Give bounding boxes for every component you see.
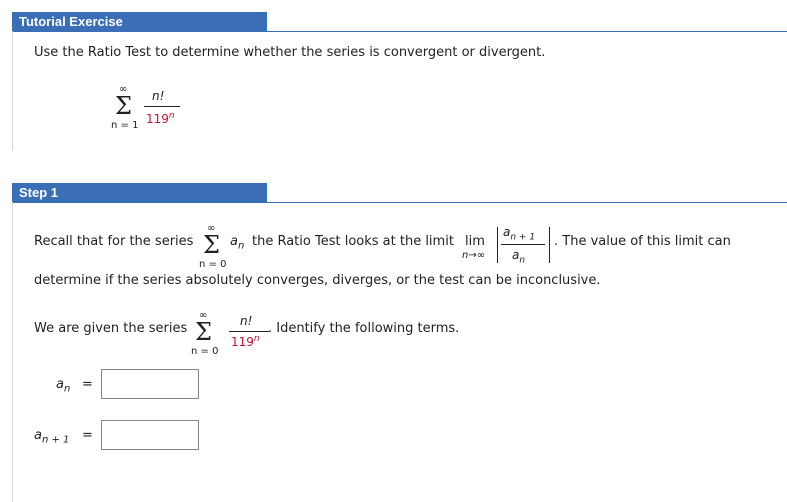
step-1-header: Step 1 [12,183,267,202]
fraction-bar [144,106,180,107]
limit-subscript: n→∞ [462,250,486,261]
sigma-symbol: Σ [195,318,212,346]
fraction-numerator: n! [152,89,165,103]
abs-bar-right [549,227,550,263]
problem-instruction: Use the Ratio Test to determine whether … [34,45,546,60]
ratio-numerator: an + 1 [503,225,536,243]
ratio-bar [501,244,545,245]
an1-answer-input[interactable] [101,420,199,450]
an1-label: an + 1 [34,428,70,446]
an1-equals: = [82,428,93,443]
limit-label: lim [465,234,485,249]
ratio-denominator: an [512,248,526,266]
step-left-border [12,202,13,502]
given-denominator: 119n [231,334,260,349]
recall-line-2: determine if the series absolutely conve… [34,273,601,288]
series-lower-limit: n = 0 [199,259,227,270]
sum-lower-limit: n = 1 [111,120,139,131]
given-suffix: . Identify the following terms. [268,321,460,336]
an-answer-input[interactable] [101,369,199,399]
sigma-symbol: Σ [115,92,132,120]
tutorial-exercise-header: Tutorial Exercise [12,12,267,31]
problem-left-border [12,31,13,151]
step-divider [12,202,787,203]
given-fraction-bar [229,331,269,332]
sigma-symbol: Σ [203,231,220,259]
given-lower-limit: n = 0 [191,346,219,357]
given-numerator: n! [240,314,253,328]
fraction-denominator: 119n [146,111,175,126]
an-label: an [56,377,71,395]
recall-suffix: . The value of this limit can [554,234,731,249]
given-prefix: We are given the series [34,321,188,336]
series-term-an: an [230,234,245,252]
header-divider [12,31,787,32]
an-equals: = [82,377,93,392]
recall-prefix: Recall that for the series [34,234,194,249]
abs-bar-left [497,227,498,263]
recall-middle: the Ratio Test looks at the limit [252,234,454,249]
